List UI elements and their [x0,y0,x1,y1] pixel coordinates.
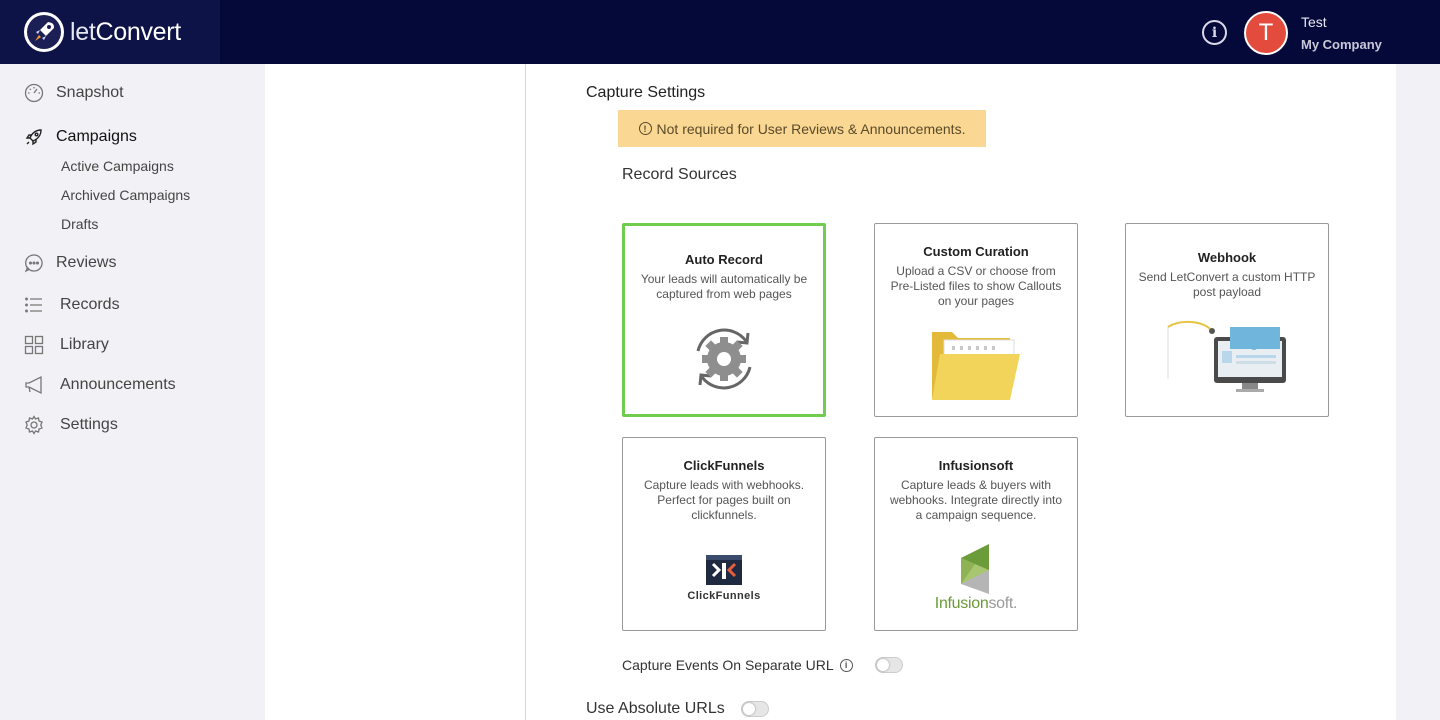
sidebar-item-label: Records [60,296,120,313]
card-clickfunnels[interactable]: ClickFunnels Capture leads with webhooks… [622,437,826,631]
sidebar-item-settings[interactable]: Settings [22,413,118,437]
card-description: Capture leads with webhooks. Perfect for… [643,478,805,522]
sidebar-item-label: Announcements [60,376,176,393]
sidebar-item-label: Reviews [56,254,117,271]
sidebar-item-snapshot[interactable]: Snapshot [22,81,124,105]
sidebar: Snapshot Campaigns Active Campaigns Arch… [0,64,265,720]
list-icon [22,293,46,317]
absolute-urls-setting: Use Absolute URLs [586,700,769,718]
logo-wordmark: letConvert [70,17,181,46]
sidebar-subitem-archived-campaigns[interactable]: Archived Campaigns [61,187,190,203]
notice-banner: ! Not required for User Reviews & Announ… [618,110,986,147]
panel-divider [525,64,526,720]
sidebar-item-label: Snapshot [56,84,124,101]
card-description: Your leads will automatically be capture… [640,272,808,301]
absolute-urls-toggle[interactable] [740,701,769,717]
card-title: Infusionsoft [938,458,1014,473]
card-title: Custom Curation [923,244,1029,259]
card-auto-record[interactable]: Auto Record Your leads will automaticall… [622,223,826,417]
sidebar-item-announcements[interactable]: Announcements [22,373,176,397]
gear-icon [22,413,46,437]
sidebar-item-library[interactable]: Library [22,333,109,357]
card-custom-curation[interactable]: Custom Curation Upload a CSV or choose f… [874,223,1078,417]
card-webhook[interactable]: Webhook Send LetConvert a custom HTTP po… [1125,223,1329,417]
gauge-icon [22,81,46,105]
info-icon[interactable]: i [839,658,853,672]
sidebar-subitem-drafts[interactable]: Drafts [61,216,98,232]
infusionsoft-logo-text: Infusionsoft. [934,595,1018,612]
top-bar: letConvert i T Test My Company [0,0,1440,64]
info-icon[interactable]: i [1202,20,1227,45]
monitor-icon [1126,319,1328,399]
card-infusionsoft[interactable]: Infusionsoft Capture leads & buyers with… [874,437,1078,631]
grid-icon [22,333,46,357]
record-sources-label: Record Sources [622,166,737,183]
infusionsoft-logo-icon: Infusionsoft. [875,544,1077,613]
user-company[interactable]: My Company [1301,37,1382,52]
notice-text: Not required for User Reviews & Announce… [656,120,966,137]
sidebar-item-label: Library [60,336,109,353]
card-description: Capture leads & buyers with webhooks. In… [889,478,1063,522]
separate-url-toggle[interactable] [874,657,903,673]
logo[interactable]: letConvert [0,0,220,64]
sidebar-item-label: Settings [60,416,118,433]
user-name[interactable]: Test [1301,14,1327,30]
separate-url-setting: Capture Events On Separate URL i [622,657,903,673]
clickfunnels-logo-text: ClickFunnels [687,590,761,602]
absolute-urls-label: Use Absolute URLs [586,700,725,717]
sidebar-subitem-active-campaigns[interactable]: Active Campaigns [61,158,174,174]
rocket-icon [22,125,46,149]
chat-bubble-icon [22,251,46,275]
separate-url-label: Capture Events On Separate URL [622,657,834,673]
megaphone-icon [22,373,46,397]
card-description: Upload a CSV or choose from Pre-Listed f… [890,264,1062,308]
rocket-logo-icon [24,12,64,52]
sidebar-item-records[interactable]: Records [22,293,120,317]
sidebar-item-campaigns[interactable]: Campaigns [22,125,137,149]
folder-icon [875,328,1077,402]
clickfunnels-logo-icon: ClickFunnels [623,554,825,602]
sidebar-item-reviews[interactable]: Reviews [22,251,116,275]
section-title: Capture Settings [586,84,706,101]
sidebar-item-label: Campaigns [56,128,137,145]
info-icon: ! [638,122,652,135]
card-title: Webhook [1197,250,1257,265]
sync-gear-icon [625,321,823,397]
avatar[interactable]: T [1244,11,1288,55]
card-title: ClickFunnels [683,458,765,473]
card-description: Send LetConvert a custom HTTP post paylo… [1138,270,1316,299]
card-title: Auto Record [685,252,763,267]
